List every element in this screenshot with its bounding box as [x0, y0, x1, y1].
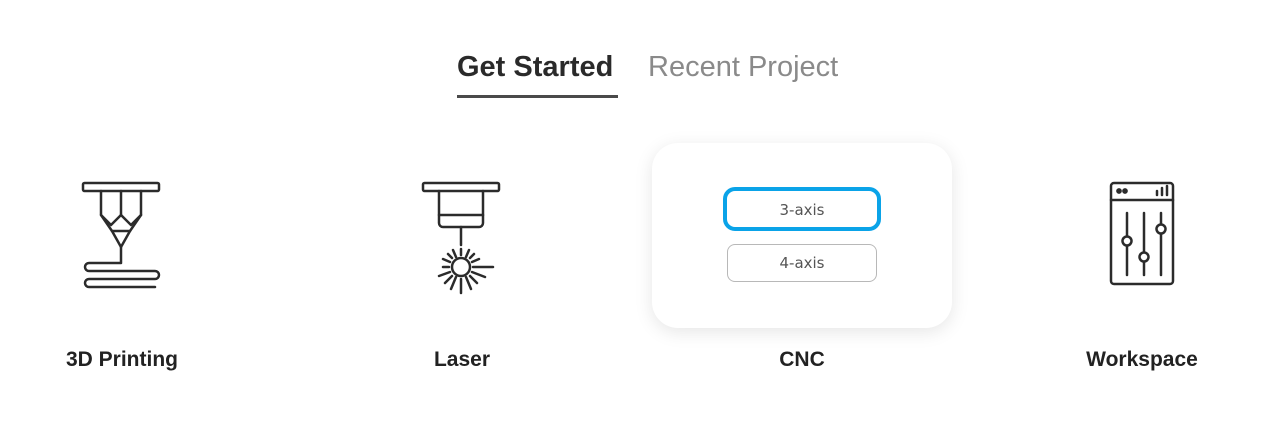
laser-head-icon [421, 181, 501, 295]
card-3d-printing[interactable] [0, 143, 272, 328]
card-cnc[interactable]: 3-axis 4-axis [652, 143, 952, 328]
card-laser[interactable] [312, 143, 612, 328]
3d-printer-nozzle-icon [81, 181, 161, 289]
card-label-workspace: Workspace [1086, 348, 1198, 371]
cnc-3-axis-button[interactable]: 3-axis [723, 187, 881, 231]
card-label-3d-printing: 3D Printing [65, 348, 178, 371]
card-workspace[interactable] [992, 143, 1261, 328]
tab-get-started[interactable]: Get Started [457, 50, 613, 84]
card-label-cnc: CNC [779, 348, 825, 371]
cnc-4-axis-button[interactable]: 4-axis [727, 244, 877, 282]
start-page: Get Started Recent Project 3D Printing L… [0, 0, 1261, 440]
card-label-laser: Laser [433, 348, 491, 371]
active-tab-underline [457, 95, 618, 98]
tab-recent-project[interactable]: Recent Project [648, 50, 838, 84]
workspace-sliders-icon [1109, 181, 1175, 286]
